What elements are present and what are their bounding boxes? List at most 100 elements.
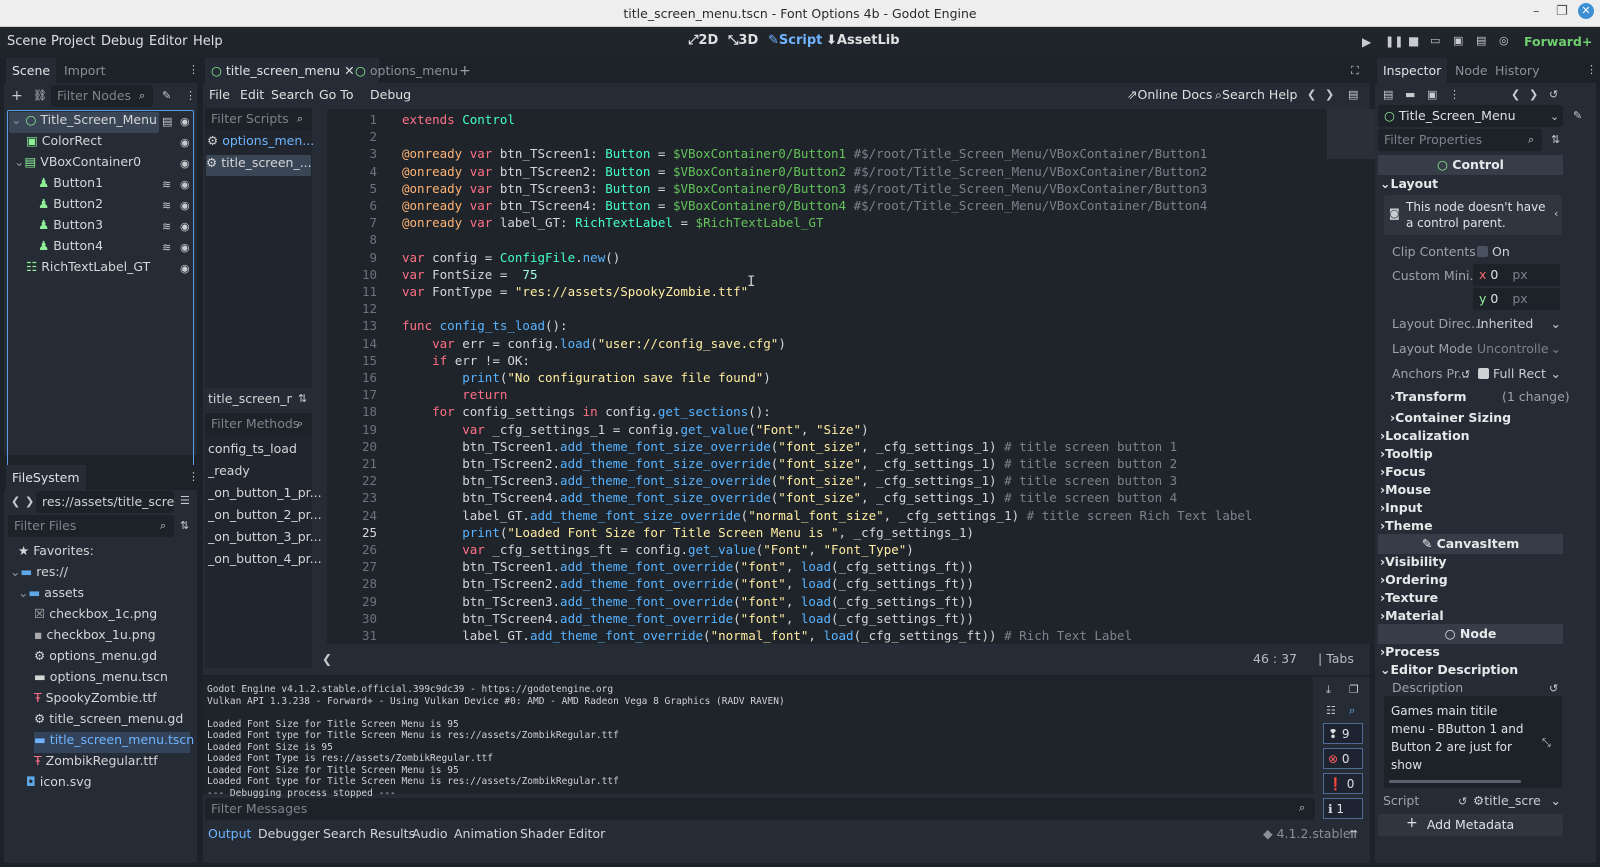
reset-icon[interactable]: ↺ [1461, 368, 1470, 381]
group-layout[interactable]: ⌄Layout [1380, 176, 1438, 191]
filter-methods-input[interactable]: Filter Methods [205, 413, 312, 435]
script-menu-debug[interactable]: Debug [370, 87, 411, 102]
menu-help[interactable]: Help [193, 34, 223, 49]
tab-search-results[interactable]: Search Results [323, 826, 415, 847]
favorites-item[interactable]: ★ Favorites: [18, 543, 94, 564]
info-count[interactable]: ℹ 1 [1323, 798, 1363, 819]
dock-menu-icon[interactable]: ⋮ [1586, 63, 1597, 76]
play-custom-icon[interactable]: ▤ [1476, 34, 1486, 47]
signal-icon[interactable]: ≋ [162, 199, 171, 212]
collapse-icon[interactable]: ☷ [1326, 704, 1336, 717]
filter-files-input[interactable]: Filter Files [8, 515, 174, 537]
menu-project[interactable]: Project [51, 34, 95, 49]
tree-node-button4[interactable]: ♟ Button4 [38, 238, 103, 259]
group-visibility[interactable]: ›Visibility [1380, 554, 1447, 569]
history-forward-icon[interactable]: ❯ [1529, 88, 1538, 101]
visibility-eye-icon[interactable]: ◉ [180, 241, 190, 254]
workspace-2d-button[interactable]: ⤢2D [688, 33, 718, 48]
file-item[interactable]: Ŧ ZombikRegular.ttf [34, 753, 158, 774]
more-icon[interactable]: ⋮ [1449, 88, 1460, 101]
code-line[interactable]: for config_settings in config.get_sectio… [402, 404, 771, 419]
renderer-select[interactable]: Forward+ [1524, 34, 1592, 49]
clip-contents-checkbox[interactable]: On [1477, 244, 1510, 259]
history-back-icon[interactable]: ❮ [1307, 88, 1316, 101]
warnings-count[interactable]: ❗ 0 [1323, 773, 1363, 794]
sort-icon[interactable]: ⇅ [298, 392, 307, 405]
layout-direction-select[interactable]: Inherited ⌄ [1477, 316, 1561, 331]
group-focus[interactable]: ›Focus [1380, 464, 1426, 479]
group-material[interactable]: ›Material [1380, 608, 1444, 623]
expand-icon[interactable]: ⤡ [1542, 736, 1551, 750]
filter-nodes-input[interactable]: Filter Nodes [51, 85, 153, 107]
file-item-selected[interactable]: ▬ title_screen_menu.tscn [34, 732, 194, 753]
file-item[interactable]: ▪ checkbox_1u.png [34, 627, 156, 648]
pause-icon[interactable]: ❚❚ [1385, 35, 1403, 48]
code-line[interactable]: func config_ts_load(): [402, 318, 568, 333]
sort-icon[interactable]: ⇅ [1551, 133, 1560, 146]
link-icon[interactable]: ⛓ [33, 89, 47, 102]
tab-animation[interactable]: Animation [454, 826, 518, 847]
assets-folder-item[interactable]: ⌄▬ assets [18, 585, 84, 606]
tab-node[interactable]: Node [1449, 58, 1494, 83]
remote-debug-icon[interactable]: ▭ [1430, 34, 1440, 47]
code-line[interactable]: btn_TScreen4.add_theme_font_override("fo… [402, 611, 974, 626]
file-item[interactable]: ⚙ options_menu.gd [34, 648, 157, 669]
history-back-icon[interactable]: ❮ [1511, 88, 1520, 101]
code-line[interactable]: btn_TScreen2.add_theme_font_override("fo… [402, 576, 974, 591]
dock-menu-icon[interactable]: ⋮ [188, 470, 199, 483]
group-localization[interactable]: ›Localization [1380, 428, 1470, 443]
script-attached-icon[interactable]: ▤ [162, 115, 172, 128]
script-menu-search[interactable]: Search [271, 87, 314, 102]
copy-icon[interactable]: ⤓ [1326, 683, 1331, 697]
code-line[interactable]: @onready var btn_TScreen4: Button = $VBo… [402, 198, 1207, 213]
description-textarea[interactable]: Games main titile menu - BButton 1 and B… [1384, 696, 1562, 788]
scene-menu-icon[interactable]: ⋮ [185, 89, 196, 102]
open-folder-icon[interactable]: ▬ [1405, 88, 1415, 101]
method-item[interactable]: _on_button_2_pr... [208, 507, 322, 528]
signal-icon[interactable]: ≋ [162, 241, 171, 254]
minimize-icon[interactable]: – [1533, 4, 1540, 19]
movie-maker-icon[interactable]: ◎ [1499, 34, 1509, 47]
code-line[interactable]: btn_TScreen1.add_theme_font_size_overrid… [402, 439, 1177, 454]
reset-icon[interactable]: ↺ [1458, 795, 1467, 808]
group-texture[interactable]: ›Texture [1380, 590, 1438, 605]
visibility-eye-icon[interactable]: ◉ [180, 262, 190, 275]
tree-node-button1[interactable]: ♟ Button1 [38, 175, 103, 196]
tab-debugger[interactable]: Debugger [258, 826, 320, 847]
anchors-preset-select[interactable]: Full Rect ⌄ [1478, 366, 1561, 381]
add-metadata-button[interactable]: + Add Metadata [1378, 814, 1563, 836]
script-menu-edit[interactable]: Edit [240, 87, 264, 102]
reset-icon[interactable]: ↺ [1549, 682, 1558, 695]
tab-history[interactable]: History [1489, 58, 1545, 83]
tree-node-vboxcontainer0[interactable]: ⌄▤ VBoxContainer0 [14, 154, 141, 175]
search-icon[interactable]: ⌕ [1349, 704, 1355, 718]
group-input[interactable]: ›Input [1380, 500, 1423, 515]
forward-arrow-icon[interactable]: ❯ [25, 495, 34, 508]
group-ordering[interactable]: ›Ordering [1380, 572, 1448, 587]
script-menu-goto[interactable]: Go To [319, 87, 353, 102]
attach-script-icon[interactable]: ✎ [162, 89, 171, 102]
add-tab-icon[interactable]: + [459, 63, 471, 79]
indent-mode[interactable]: | Tabs [1318, 651, 1354, 672]
tab-options-menu[interactable]: ○ options_menu [349, 58, 464, 83]
errors-count[interactable]: ⊗ 0 [1323, 748, 1363, 769]
distraction-free-icon[interactable]: ⛶ [1351, 64, 1359, 78]
sort-icon[interactable]: ⇅ [180, 519, 189, 532]
file-item[interactable]: ☒ checkbox_1c.png [34, 606, 157, 627]
menu-scene[interactable]: Scene [7, 34, 47, 49]
tree-node-title-screen-menu[interactable]: ⌄ ○ Title_Screen_Menu [9, 112, 159, 133]
code-line[interactable]: @onready var btn_TScreen1: Button = $VBo… [402, 146, 1207, 161]
pin-panel-icon[interactable]: ⇈ [1349, 828, 1358, 841]
visibility-eye-icon[interactable]: ◉ [180, 220, 190, 233]
code-line[interactable]: btn_TScreen1.add_theme_font_override("fo… [402, 559, 974, 574]
visibility-eye-icon[interactable]: ◉ [180, 136, 190, 149]
tab-shader-editor[interactable]: Shader Editor [520, 826, 605, 847]
save-icon[interactable]: ▣ [1427, 88, 1437, 101]
code-line[interactable]: @onready var btn_TScreen3: Button = $VBo… [402, 181, 1207, 196]
file-item[interactable]: Ŧ SpookyZombie.ttf [34, 690, 157, 711]
workspace-assetlib-button[interactable]: ⬇AssetLib [826, 33, 900, 48]
tree-node-colorrect[interactable]: ▣ ColorRect [26, 133, 102, 154]
tree-node-button2[interactable]: ♟ Button2 [38, 196, 103, 217]
group-tooltip[interactable]: ›Tooltip [1380, 446, 1433, 461]
filter-properties-input[interactable]: Filter Properties [1378, 129, 1542, 151]
